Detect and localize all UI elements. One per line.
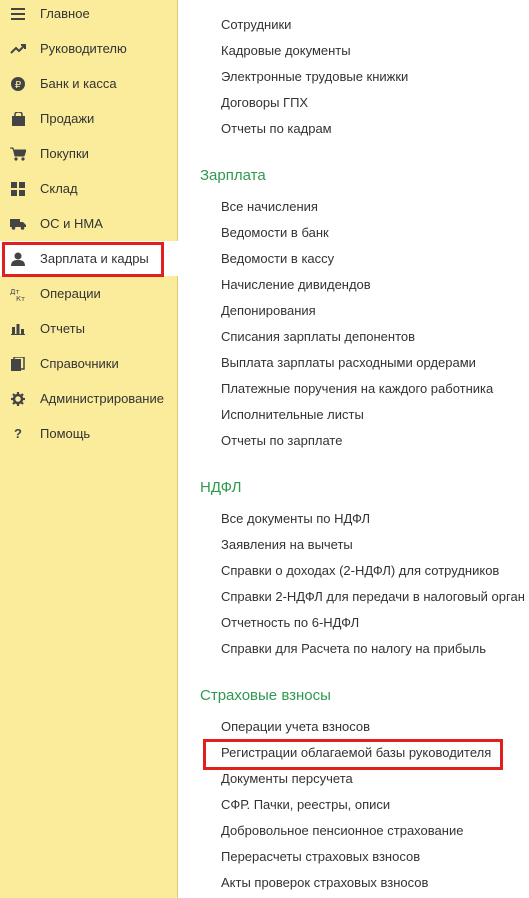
sidebar-item-label: Зарплата и кадры xyxy=(40,251,149,266)
ruble-coin-icon: ₽ xyxy=(9,75,27,93)
question-icon: ? xyxy=(14,426,22,441)
link-employees[interactable]: Сотрудники xyxy=(221,17,291,33)
section-title-insurance: Страховые взносы xyxy=(200,687,331,704)
sidebar-item-directories[interactable]: Справочники xyxy=(0,346,178,381)
section-title-ndfl: НДФЛ xyxy=(200,479,242,496)
link-income-certificates[interactable]: Справки о доходах (2-НДФЛ) для сотрудник… xyxy=(221,563,499,579)
link-deposit-write-offs[interactable]: Списания зарплаты депонентов xyxy=(221,329,415,345)
sidebar-item-help[interactable]: ? Помощь xyxy=(0,416,178,451)
sidebar-item-label: Администрирование xyxy=(40,391,164,406)
sidebar-item-label: Склад xyxy=(40,181,78,196)
link-personal-records[interactable]: Документы персучета xyxy=(221,771,353,787)
link-bank-statements[interactable]: Ведомости в банк xyxy=(221,225,329,241)
link-sfr-packs[interactable]: СФР. Пачки, реестры, описи xyxy=(221,797,390,813)
sidebar-item-label: Продажи xyxy=(40,111,95,126)
sidebar-item-administration[interactable]: Администрирование xyxy=(0,381,178,416)
link-salary-reports[interactable]: Отчеты по зарплате xyxy=(221,433,342,449)
sidebar-item-fixed-assets[interactable]: ОС и НМА xyxy=(0,206,178,241)
sidebar-item-purchases[interactable]: Покупки xyxy=(0,136,178,171)
sidebar-item-label: Покупки xyxy=(40,146,89,161)
link-all-accruals[interactable]: Все начисления xyxy=(221,199,318,215)
link-ndfl-certificates-tax[interactable]: Справки 2-НДФЛ для передачи в налоговый … xyxy=(221,589,525,605)
sidebar-item-label: Главное xyxy=(40,6,90,21)
bar-chart-icon xyxy=(9,320,27,338)
link-writs-of-execution[interactable]: Исполнительные листы xyxy=(221,407,364,423)
svg-text:Кт: Кт xyxy=(16,295,25,301)
link-dividends[interactable]: Начисление дивидендов xyxy=(221,277,371,293)
section-title-salary: Зарплата xyxy=(200,167,266,184)
link-deposits[interactable]: Депонирования xyxy=(221,303,316,319)
sidebar-item-label: Помощь xyxy=(40,426,91,441)
link-contribution-recalc[interactable]: Перерасчеты страховых взносов xyxy=(221,849,420,865)
person-icon xyxy=(9,250,27,268)
cart-icon xyxy=(9,145,27,163)
link-hr-documents[interactable]: Кадровые документы xyxy=(221,43,351,59)
sidebar-item-operations[interactable]: Дт Кт Операции xyxy=(0,276,178,311)
sidebar-item-warehouse[interactable]: Склад xyxy=(0,171,178,206)
sidebar-item-bank[interactable]: ₽ Банк и касса xyxy=(0,66,178,101)
link-voluntary-pension[interactable]: Добровольное пенсионное страхование xyxy=(221,823,463,839)
shopping-bag-icon xyxy=(9,110,27,128)
link-gph-contracts[interactable]: Договоры ГПХ xyxy=(221,95,308,111)
gear-icon xyxy=(9,390,27,408)
link-electronic-work-books[interactable]: Электронные трудовые книжки xyxy=(221,69,408,85)
link-hr-reports[interactable]: Отчеты по кадрам xyxy=(221,121,332,137)
sidebar-item-main[interactable]: Главное xyxy=(0,0,178,31)
sidebar-item-manager[interactable]: Руководителю xyxy=(0,31,178,66)
warehouse-grid-icon xyxy=(9,180,27,198)
sidebar-item-salary-hr[interactable]: Зарплата и кадры xyxy=(0,241,179,276)
link-cash-statements[interactable]: Ведомости в кассу xyxy=(221,251,334,267)
truck-icon xyxy=(9,215,27,233)
link-cash-order-payments[interactable]: Выплата зарплаты расходными ордерами xyxy=(221,355,476,371)
link-inspection-acts[interactable]: Акты проверок страховых взносов xyxy=(221,875,428,891)
svg-text:₽: ₽ xyxy=(15,80,22,91)
link-payment-orders[interactable]: Платежные поручения на каждого работника xyxy=(221,381,493,397)
main-content: Сотрудники Кадровые документы Электронны… xyxy=(179,0,529,898)
link-all-ndfl-documents[interactable]: Все документы по НДФЛ xyxy=(221,511,370,527)
sidebar-item-sales[interactable]: Продажи xyxy=(0,101,178,136)
sidebar-item-label: Справочники xyxy=(40,356,119,371)
sidebar-item-label: Руководителю xyxy=(40,41,127,56)
link-manager-taxable-base[interactable]: Регистрации облагаемой базы руководителя xyxy=(221,745,491,761)
debit-credit-icon: Дт Кт xyxy=(9,285,27,303)
sidebar-item-label: ОС и НМА xyxy=(40,216,103,231)
books-icon xyxy=(9,355,27,373)
sidebar: Главное Руководителю ₽ Банк и касса Прод… xyxy=(0,0,179,898)
link-profit-tax-certificates[interactable]: Справки для Расчета по налогу на прибыль xyxy=(221,641,486,657)
link-6-ndfl-reporting[interactable]: Отчетность по 6-НДФЛ xyxy=(221,615,359,631)
sidebar-item-label: Отчеты xyxy=(40,321,85,336)
link-deduction-applications[interactable]: Заявления на вычеты xyxy=(221,537,353,553)
menu-icon xyxy=(9,5,27,23)
sidebar-item-reports[interactable]: Отчеты xyxy=(0,311,178,346)
trend-icon xyxy=(9,40,27,58)
sidebar-item-label: Банк и касса xyxy=(40,76,117,91)
link-contribution-operations[interactable]: Операции учета взносов xyxy=(221,719,370,735)
sidebar-item-label: Операции xyxy=(40,286,101,301)
